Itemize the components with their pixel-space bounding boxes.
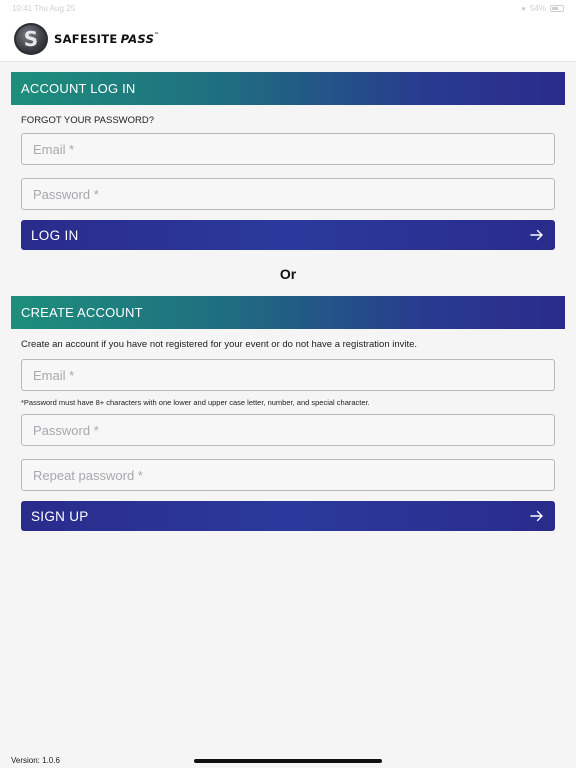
- login-section-title: ACCOUNT LOG IN: [21, 81, 136, 96]
- signup-button[interactable]: SIGN UP: [21, 501, 555, 531]
- battery-percent: 54%: [529, 3, 546, 13]
- login-email-input[interactable]: [21, 133, 555, 165]
- brand-logo-icon: S: [14, 22, 48, 55]
- battery-icon: [550, 4, 564, 12]
- app-header: S SAFESITE PASS™: [0, 16, 576, 62]
- brand-name-primary: SAFESITE: [54, 31, 118, 46]
- or-divider: Or: [279, 266, 297, 282]
- status-indicators: ● 54%: [521, 4, 564, 13]
- forgot-password-link[interactable]: FORGOT YOUR PASSWORD?: [21, 115, 154, 126]
- signup-repeat-password-input[interactable]: [21, 459, 555, 491]
- signup-password-input[interactable]: [21, 414, 555, 446]
- brand-name: SAFESITE PASS™: [54, 32, 160, 46]
- home-indicator[interactable]: [194, 759, 382, 763]
- create-section-title: CREATE ACCOUNT: [21, 305, 143, 320]
- login-section-header: ACCOUNT LOG IN: [11, 72, 565, 105]
- app-version: Version: 1.0.6: [11, 756, 60, 765]
- login-password-input[interactable]: [21, 178, 555, 210]
- signup-button-label: SIGN UP: [31, 508, 89, 524]
- arrow-right-icon: [530, 510, 543, 522]
- trademark-symbol: ™: [154, 31, 160, 38]
- create-description: Create an account if you have not regist…: [21, 339, 418, 350]
- brand-logo-letter: S: [23, 26, 39, 51]
- status-time-date: 10:41 Thu Aug 25: [12, 3, 76, 13]
- create-section-header: CREATE ACCOUNT: [11, 296, 565, 329]
- arrow-right-icon: [530, 229, 543, 241]
- status-bar: 10:41 Thu Aug 25 ● 54%: [0, 0, 576, 16]
- login-button-label: LOG IN: [31, 227, 79, 243]
- login-button[interactable]: LOG IN: [21, 220, 555, 250]
- password-requirements-hint: *Password must have 8+ characters with o…: [21, 398, 370, 407]
- signup-email-input[interactable]: [21, 359, 555, 391]
- wifi-icon: ●: [521, 3, 526, 13]
- brand-name-secondary: PASS: [120, 31, 155, 46]
